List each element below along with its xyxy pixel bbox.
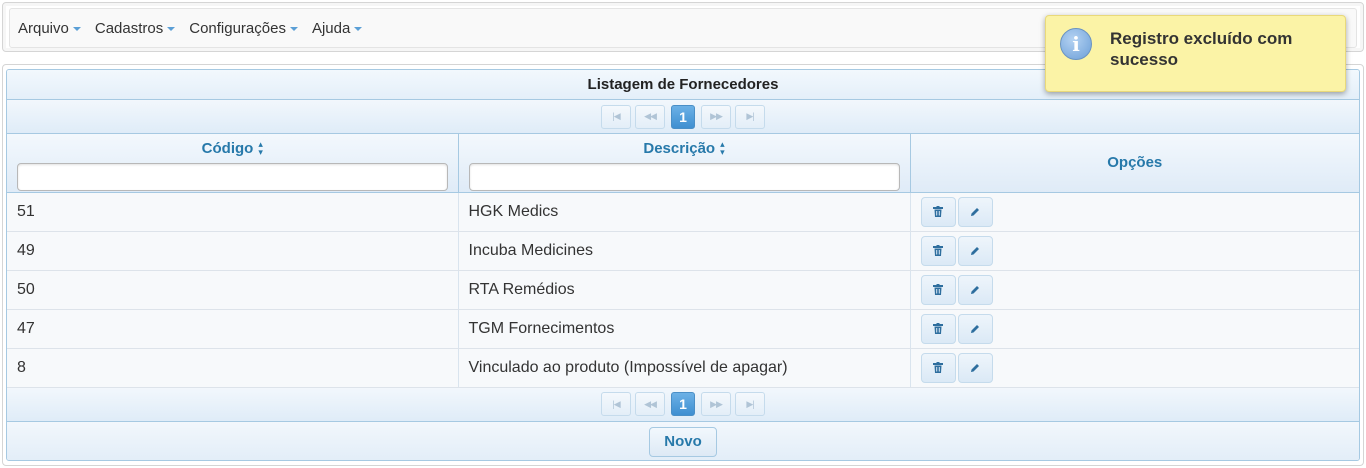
pencil-icon bbox=[971, 207, 979, 216]
pencil-icon bbox=[971, 363, 979, 372]
description-cell: RTA Remédios bbox=[458, 270, 911, 310]
code-cell: 50 bbox=[7, 270, 459, 310]
caret-down-icon bbox=[167, 27, 176, 31]
growl-notification: i Registro excluído com sucesso bbox=[1045, 15, 1346, 92]
paginator-top: |◀ ◀◀ 1 ▶▶ ▶| bbox=[7, 100, 1359, 134]
menu-cadastros[interactable]: Cadastros bbox=[94, 19, 176, 37]
trash-icon bbox=[933, 323, 943, 334]
delete-button[interactable] bbox=[920, 235, 956, 266]
last-page-button[interactable]: ▶| bbox=[735, 104, 765, 129]
trash-icon bbox=[933, 362, 943, 373]
table-row: 47 TGM Fornecimentos bbox=[7, 309, 1359, 349]
first-page-button[interactable]: |◀ bbox=[601, 392, 631, 416]
grid-footer: Novo bbox=[7, 421, 1359, 460]
code-cell: 49 bbox=[7, 231, 459, 271]
menu-configuracoes[interactable]: Configurações bbox=[189, 20, 298, 37]
first-page-button[interactable]: |◀ bbox=[601, 104, 631, 129]
page-button[interactable]: 1 bbox=[671, 104, 695, 129]
code-cell: 8 bbox=[7, 348, 459, 388]
options-cell bbox=[910, 270, 1359, 310]
trash-icon bbox=[933, 245, 943, 256]
code-cell: 47 bbox=[7, 309, 459, 349]
delete-button[interactable] bbox=[920, 313, 956, 344]
delete-button[interactable] bbox=[920, 274, 956, 305]
delete-button[interactable] bbox=[920, 352, 956, 383]
sort-icon: ▴ ▾ bbox=[258, 139, 263, 157]
caret-down-icon bbox=[289, 27, 298, 31]
edit-button[interactable] bbox=[957, 196, 993, 227]
options-cell bbox=[910, 231, 1359, 271]
menu-ajuda[interactable]: Ajuda bbox=[311, 19, 363, 37]
info-icon: i bbox=[1060, 28, 1092, 60]
edit-button[interactable] bbox=[957, 235, 993, 266]
table-row: 49 Incuba Medicines bbox=[7, 231, 1359, 271]
options-cell bbox=[910, 309, 1359, 349]
next-page-button[interactable]: ▶▶ bbox=[701, 392, 731, 416]
menu-cadastros-label: Cadastros bbox=[94, 19, 164, 37]
pencil-icon bbox=[971, 246, 979, 255]
caret-down-icon bbox=[72, 27, 81, 31]
delete-button[interactable] bbox=[920, 196, 956, 227]
edit-button[interactable] bbox=[957, 274, 993, 305]
column-description-label: Descrição bbox=[643, 139, 716, 157]
code-cell: 51 bbox=[7, 192, 459, 232]
menu-arquivo[interactable]: Arquivo bbox=[18, 20, 81, 37]
description-cell: TGM Fornecimentos bbox=[458, 309, 911, 349]
options-cell bbox=[910, 348, 1359, 388]
suppliers-table: Código ▴ ▾ Descrição ▴ ▾ Opções 51 HGK M… bbox=[7, 134, 1359, 388]
paginator-bottom: |◀ ◀◀ 1 ▶▶ ▶| bbox=[7, 387, 1359, 422]
column-header-code[interactable]: Código ▴ ▾ bbox=[7, 134, 459, 193]
column-code-label: Código bbox=[201, 139, 254, 157]
table-row: 50 RTA Remédios bbox=[7, 270, 1359, 310]
options-cell bbox=[910, 192, 1359, 232]
new-button[interactable]: Novo bbox=[649, 426, 717, 457]
description-filter-input[interactable] bbox=[468, 163, 900, 191]
datatable: Listagem de Fornecedores |◀ ◀◀ 1 ▶▶ ▶| C… bbox=[6, 69, 1360, 461]
prev-page-button[interactable]: ◀◀ bbox=[635, 392, 665, 416]
sort-icon: ▴ ▾ bbox=[720, 139, 725, 157]
description-cell: Vinculado ao produto (Impossível de apag… bbox=[458, 348, 911, 388]
pencil-icon bbox=[971, 324, 979, 333]
menu-configuracoes-label: Configurações bbox=[189, 19, 286, 37]
column-header-description[interactable]: Descrição ▴ ▾ bbox=[458, 134, 911, 193]
content-panel: Listagem de Fornecedores |◀ ◀◀ 1 ▶▶ ▶| C… bbox=[2, 64, 1364, 466]
caret-down-icon bbox=[354, 27, 363, 31]
table-row: 8 Vinculado ao produto (Impossível de ap… bbox=[7, 348, 1359, 388]
last-page-button[interactable]: ▶| bbox=[735, 392, 765, 416]
growl-message: Registro excluído com sucesso bbox=[1110, 29, 1293, 69]
trash-icon bbox=[933, 284, 943, 295]
pencil-icon bbox=[971, 285, 979, 294]
trash-icon bbox=[933, 206, 943, 217]
menu-arquivo-label: Arquivo bbox=[18, 19, 69, 37]
table-row: 51 HGK Medics bbox=[7, 192, 1359, 232]
menu-ajuda-label: Ajuda bbox=[311, 19, 351, 37]
code-filter-input[interactable] bbox=[17, 163, 448, 191]
page-button[interactable]: 1 bbox=[671, 392, 695, 416]
column-header-options: Opções bbox=[910, 134, 1359, 193]
edit-button[interactable] bbox=[957, 313, 993, 344]
edit-button[interactable] bbox=[957, 352, 993, 383]
prev-page-button[interactable]: ◀◀ bbox=[635, 104, 665, 129]
column-options-label: Opções bbox=[1107, 154, 1163, 172]
description-cell: Incuba Medicines bbox=[458, 231, 911, 271]
description-cell: HGK Medics bbox=[458, 192, 911, 232]
next-page-button[interactable]: ▶▶ bbox=[701, 104, 731, 129]
